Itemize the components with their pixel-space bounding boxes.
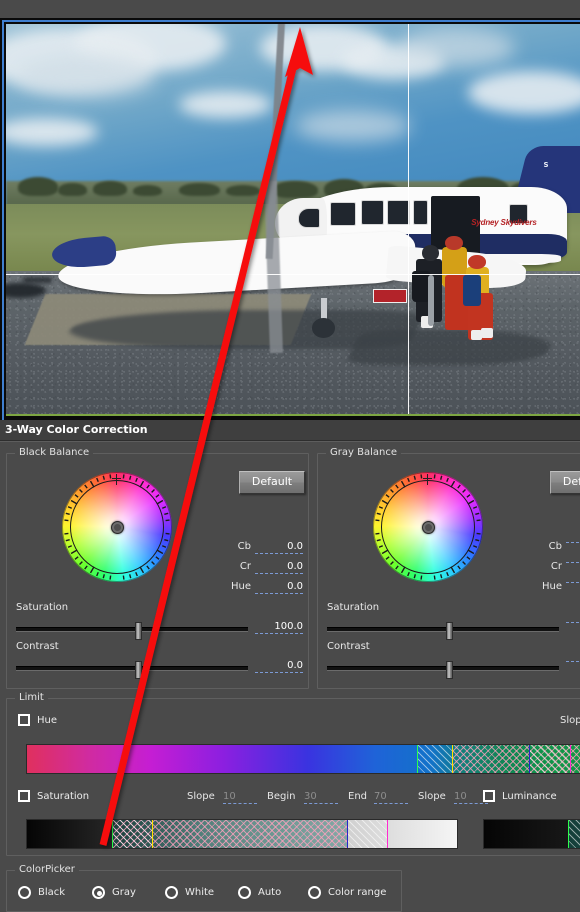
gray-balance-color-wheel[interactable] [373,472,483,582]
black-balance-group: Black Balance Default Cb 0.0 Cr 0.0 Hue … [6,447,309,689]
hue-limit-bar[interactable] [26,744,580,774]
color-wheel-top-mark-cross [423,478,432,479]
sat-hatch-left [112,820,152,848]
sat-marker-blue[interactable] [347,820,348,848]
gray-balance-saturation-thumb[interactable] [446,622,453,640]
gray-balance-contrast-value[interactable] [566,660,580,662]
limit-luminance-checkbox[interactable] [483,790,495,802]
gray-balance-cb-label: Cb [548,541,562,552]
sat-hatch-right [347,820,387,848]
colorpicker-label-auto: Auto [258,887,282,898]
hue-marker-blue[interactable] [529,745,530,773]
video-monitor[interactable]: S Sydney Skydivers [0,18,580,422]
gray-balance-contrast-track[interactable] [327,666,559,671]
gray-balance-group: Gray Balance Default Cb Cr Hue Saturatio… [317,447,580,689]
limit-hue-label: Hue [37,715,58,726]
limit-group: Limit Hue Slop Saturation Slope 10 Begin… [6,692,580,856]
sat-begin-label: Begin [267,791,296,802]
panel-header[interactable]: 3-Way Color Correction [0,420,580,441]
colorpicker-label-color-range: Color range [328,887,387,898]
sat-marker-green[interactable] [112,820,113,848]
gray-balance-wheel-puck[interactable] [422,521,435,534]
colorpicker-radio-auto[interactable] [238,886,251,899]
black-balance-cr-value[interactable]: 0.0 [255,561,303,574]
gray-balance-hue-label: Hue [541,581,562,592]
hue-hatch-right [530,745,570,773]
black-balance-hue-value[interactable]: 0.0 [255,581,303,594]
luminance-limit-bar[interactable] [483,819,580,849]
hue-marker-magenta[interactable] [570,745,571,773]
color-wheel-top-mark [116,474,117,485]
hue-hatch-left [417,745,453,773]
saturation-limit-bar[interactable] [26,819,458,849]
video-bottom-green-line [6,414,580,416]
black-balance-contrast-label: Contrast [16,641,59,652]
black-balance-title: Black Balance [15,447,94,458]
color-wheel-top-mark [427,474,428,485]
sat-marker-yellow[interactable] [152,820,153,848]
panel-title: 3-Way Color Correction [5,423,148,436]
colorpicker-group: ColorPicker Black Gray White Auto Color … [6,864,402,912]
monitor-selection-border [2,20,580,422]
limit-saturation-checkbox[interactable] [18,790,30,802]
color-correction-panel: 3-Way Color Correction Black Balance Def… [0,420,580,912]
sat-slope1-value[interactable]: 10 [223,791,257,804]
gray-balance-title: Gray Balance [326,447,401,458]
black-balance-saturation-label: Saturation [16,602,69,613]
gray-balance-contrast-thumb[interactable] [446,661,453,679]
gray-balance-saturation-label: Saturation [327,602,380,613]
lum-hatch [568,820,580,848]
gray-balance-saturation-track[interactable] [327,627,559,632]
black-balance-hue-label: Hue [230,581,251,592]
black-balance-contrast-thumb[interactable] [135,661,142,679]
top-toolbar-strip [0,0,580,18]
limit-luminance-label: Luminance [502,791,557,802]
application-window: S Sydney Skydivers 3-Way Color Correctio… [0,0,580,912]
hue-marker-yellow[interactable] [452,745,453,773]
hue-marker-green-left[interactable] [417,745,418,773]
color-wheel-top-mark-cross [112,478,121,479]
colorpicker-radio-gray-dot [97,891,102,896]
black-balance-wheel-puck[interactable] [111,521,124,534]
sat-end-label: End [348,791,368,802]
black-balance-cb-value[interactable]: 0.0 [255,541,303,554]
gray-balance-cr-value[interactable] [566,561,580,563]
black-balance-default-button[interactable]: Default [239,471,305,494]
gray-balance-cr-label: Cr [550,561,562,572]
gray-balance-contrast-label: Contrast [327,641,370,652]
gray-balance-default-button[interactable]: Default [550,471,580,494]
colorpicker-radio-color-range[interactable] [308,886,321,899]
black-balance-saturation-thumb[interactable] [135,622,142,640]
sat-slope1-label: Slope [187,791,215,802]
gray-balance-saturation-value[interactable] [566,621,580,623]
black-balance-contrast-value[interactable]: 0.0 [255,660,303,673]
limit-hue-checkbox[interactable] [18,714,30,726]
colorpicker-label-gray: Gray [112,887,136,898]
sat-marker-magenta[interactable] [387,820,388,848]
colorpicker-label-black: Black [38,887,66,898]
colorpicker-title: ColorPicker [15,864,79,875]
lum-marker-green[interactable] [568,820,569,848]
black-balance-contrast-track[interactable] [16,666,248,671]
black-balance-saturation-track[interactable] [16,627,248,632]
colorpicker-radio-gray[interactable] [92,886,105,899]
sat-begin-value[interactable]: 30 [304,791,338,804]
black-balance-saturation-value[interactable]: 100.0 [255,621,303,634]
gray-balance-cb-value[interactable] [566,541,580,543]
sat-slope2-label: Slope [418,791,446,802]
gray-balance-hue-value[interactable] [566,581,580,583]
colorpicker-label-white: White [185,887,215,898]
black-balance-cb-label: Cb [237,541,251,552]
colorpicker-radio-white[interactable] [165,886,178,899]
black-balance-cr-label: Cr [239,561,251,572]
panel-body: Black Balance Default Cb 0.0 Cr 0.0 Hue … [0,441,580,912]
limit-title: Limit [15,692,48,703]
limit-saturation-label: Saturation [37,791,90,802]
colorpicker-radio-black[interactable] [18,886,31,899]
sat-end-value[interactable]: 70 [374,791,408,804]
black-balance-color-wheel[interactable] [62,472,172,582]
limit-hue-slope-right-label: Slop [560,715,580,726]
